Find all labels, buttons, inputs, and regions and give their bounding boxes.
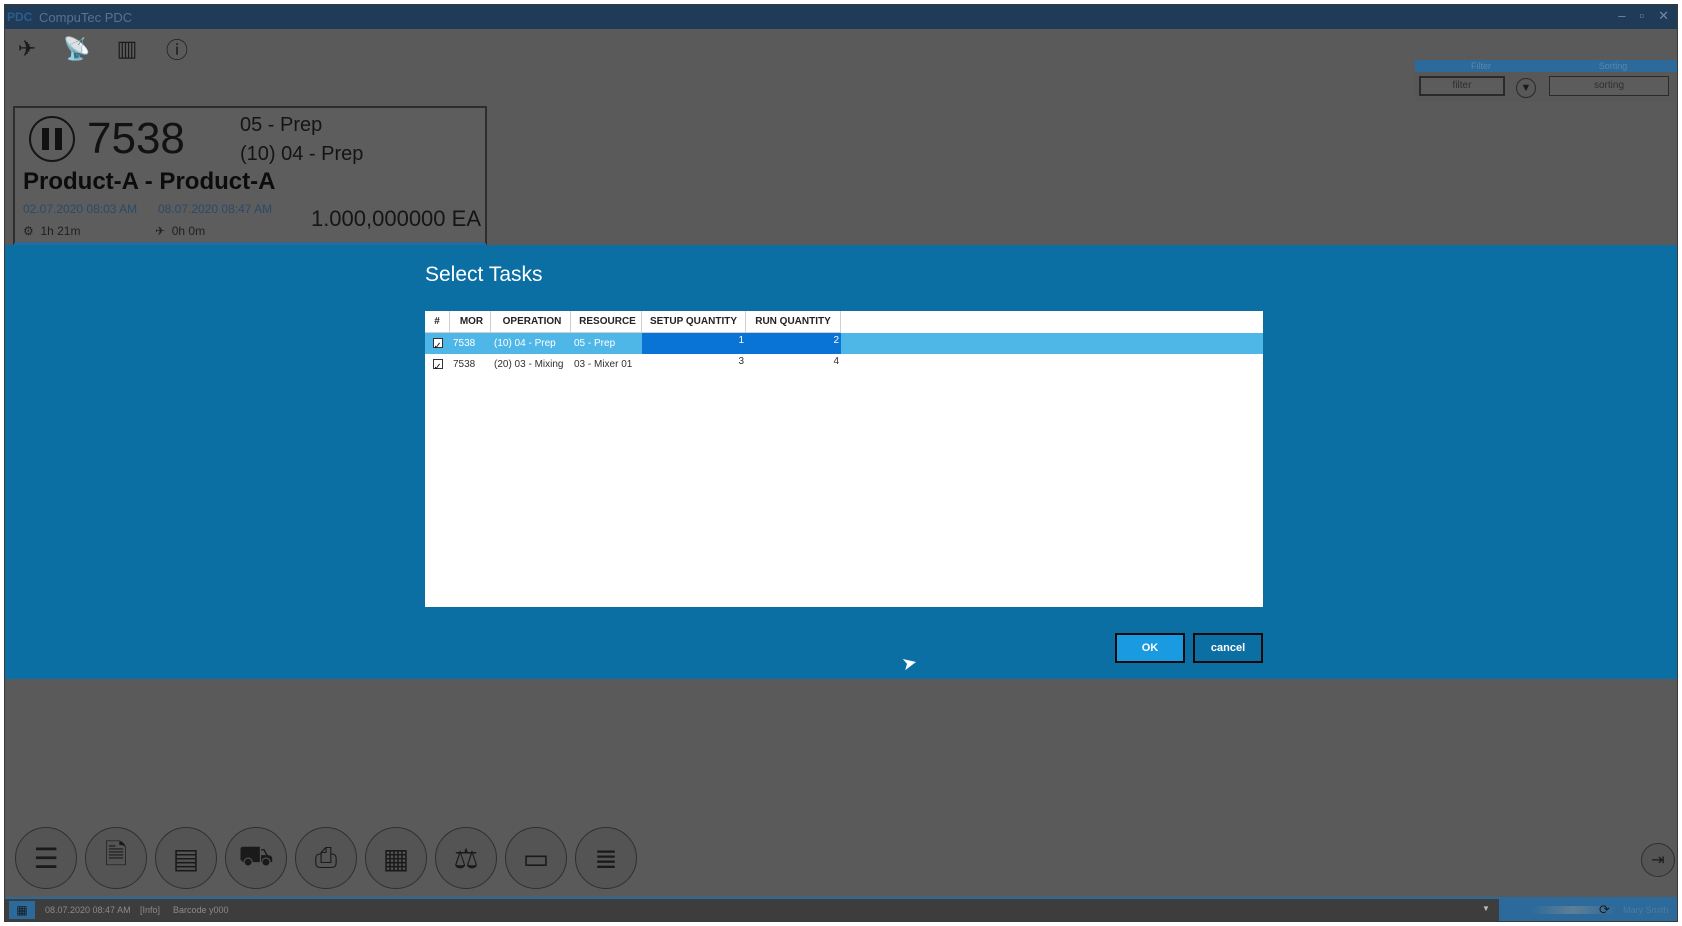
filter-input[interactable]: filter (1419, 76, 1505, 96)
status-message: Barcode y000 (173, 905, 229, 915)
sorting-header: Sorting (1598, 61, 1628, 71)
run-icon: ✈ (155, 224, 166, 238)
drawer-icon[interactable]: ▭ (505, 827, 567, 889)
title-bar: PDC CompuTec PDC – ▫ ✕ (5, 5, 1677, 29)
barcode-icon[interactable]: ▥ (113, 35, 141, 63)
dialog-title: Select Tasks (425, 263, 543, 286)
mouse-cursor-icon: ➤ (899, 651, 919, 675)
table-row[interactable]: 7538 (20) 03 - Mixing 03 - Mixer 01 3 4 (425, 354, 1263, 375)
signal-icon[interactable]: 📡 (63, 35, 91, 63)
card-run-time: ✈ 0h 0m (155, 224, 206, 238)
network-icon: ▦ (9, 901, 35, 919)
minimize-button[interactable]: – (1618, 8, 1625, 24)
list-add-icon[interactable]: ▦ (365, 827, 427, 889)
close-button[interactable]: ✕ (1658, 8, 1669, 24)
bottom-toolbar: ☰ 🗎 ▤ ⛟ ⎙ ▦ ⚖ ▭ ≣ (15, 827, 637, 889)
run-quantity-cell[interactable]: 2 (746, 333, 841, 354)
col-header-run-quantity[interactable]: RUN QUANTITY (746, 311, 841, 332)
card-setup-time: ⚙ 1h 21m (23, 224, 81, 238)
status-bar: ▦ 08.07.2020 08:47 AM [Info] Barcode y00… (5, 897, 1677, 921)
app-window: PDC CompuTec PDC – ▫ ✕ ✈ 📡 ▥ ⓘ Filter So… (4, 4, 1678, 922)
grid-header: # MOR OPERATION RESOURCE SETUP QUANTITY … (425, 311, 841, 333)
card-operation: (10) 04 - Prep (240, 143, 364, 165)
card-quantity: 1.000,000000 EA (310, 206, 481, 231)
select-tasks-dialog: Select Tasks # MOR OPERATION RESOURCE SE… (5, 245, 1677, 679)
filter-header: Filter (1471, 61, 1491, 71)
status-level: [Info] (140, 905, 161, 915)
card-product: Product-A - Product-A (23, 168, 276, 195)
cancel-button[interactable]: cancel (1193, 633, 1263, 663)
scale-icon[interactable]: ⚖ (435, 827, 497, 889)
run-quantity-cell[interactable]: 4 (746, 354, 841, 375)
col-header-operation[interactable]: OPERATION (491, 311, 571, 332)
setup-quantity-cell[interactable]: 3 (642, 354, 746, 375)
task-list-icon[interactable]: ☰ (15, 827, 77, 889)
gear-icon: ⚙ (23, 224, 34, 238)
col-header-setup-quantity[interactable]: SETUP QUANTITY (642, 311, 746, 332)
funnel-icon[interactable]: ▼ (1516, 78, 1536, 98)
refresh-icon[interactable]: ⟳ (1599, 902, 1610, 918)
order-number: 7538 (87, 114, 185, 163)
app-logo: PDC (7, 10, 33, 24)
row-checkbox[interactable] (432, 336, 443, 354)
printer-icon[interactable]: ⎙ (295, 827, 357, 889)
row-checkbox[interactable] (432, 357, 443, 375)
sorting-dropdown[interactable]: sorting (1549, 76, 1669, 96)
board-icon[interactable]: ▤ (155, 827, 217, 889)
window-title: CompuTec PDC (39, 10, 133, 25)
plane-icon[interactable]: ✈ (13, 35, 41, 63)
exit-icon[interactable]: ⇥ (1641, 843, 1675, 877)
table-row[interactable]: 7538 (10) 04 - Prep 05 - Prep 1 2 (425, 333, 1263, 354)
card-resource: 05 - Prep (240, 114, 323, 136)
status-dropdown-icon[interactable]: ▼ (1482, 904, 1490, 913)
setup-quantity-cell[interactable]: 1 (642, 333, 746, 354)
window-controls: – ▫ ✕ (1618, 8, 1669, 24)
col-header-mor[interactable]: MOR (450, 311, 491, 332)
pause-icon[interactable] (29, 116, 75, 162)
card-end-date: 08.07.2020 08:47 AM (158, 202, 273, 216)
ok-button[interactable]: OK (1115, 633, 1185, 663)
maximize-button[interactable]: ▫ (1639, 8, 1644, 24)
col-header-hash[interactable]: # (425, 311, 450, 332)
list-settings-icon[interactable]: ≣ (575, 827, 637, 889)
user-name: Mary Smith (1623, 905, 1669, 915)
status-time: 08.07.2020 08:47 AM (45, 905, 131, 915)
info-icon[interactable]: ⓘ (163, 35, 191, 63)
filter-sort-panel: Filter Sorting filter ▼ sorting (1415, 60, 1677, 102)
col-header-resource[interactable]: RESOURCE (571, 311, 642, 332)
active-task-card[interactable]: 7538 05 - Prep (10) 04 - Prep Product-A … (13, 106, 487, 246)
document-add-icon[interactable]: 🗎 (85, 827, 147, 889)
tasks-grid: # MOR OPERATION RESOURCE SETUP QUANTITY … (425, 311, 1263, 607)
top-toolbar: ✈ 📡 ▥ ⓘ (13, 35, 191, 63)
card-start-date: 02.07.2020 08:03 AM (23, 202, 138, 216)
forklift-icon[interactable]: ⛟ (225, 827, 287, 889)
